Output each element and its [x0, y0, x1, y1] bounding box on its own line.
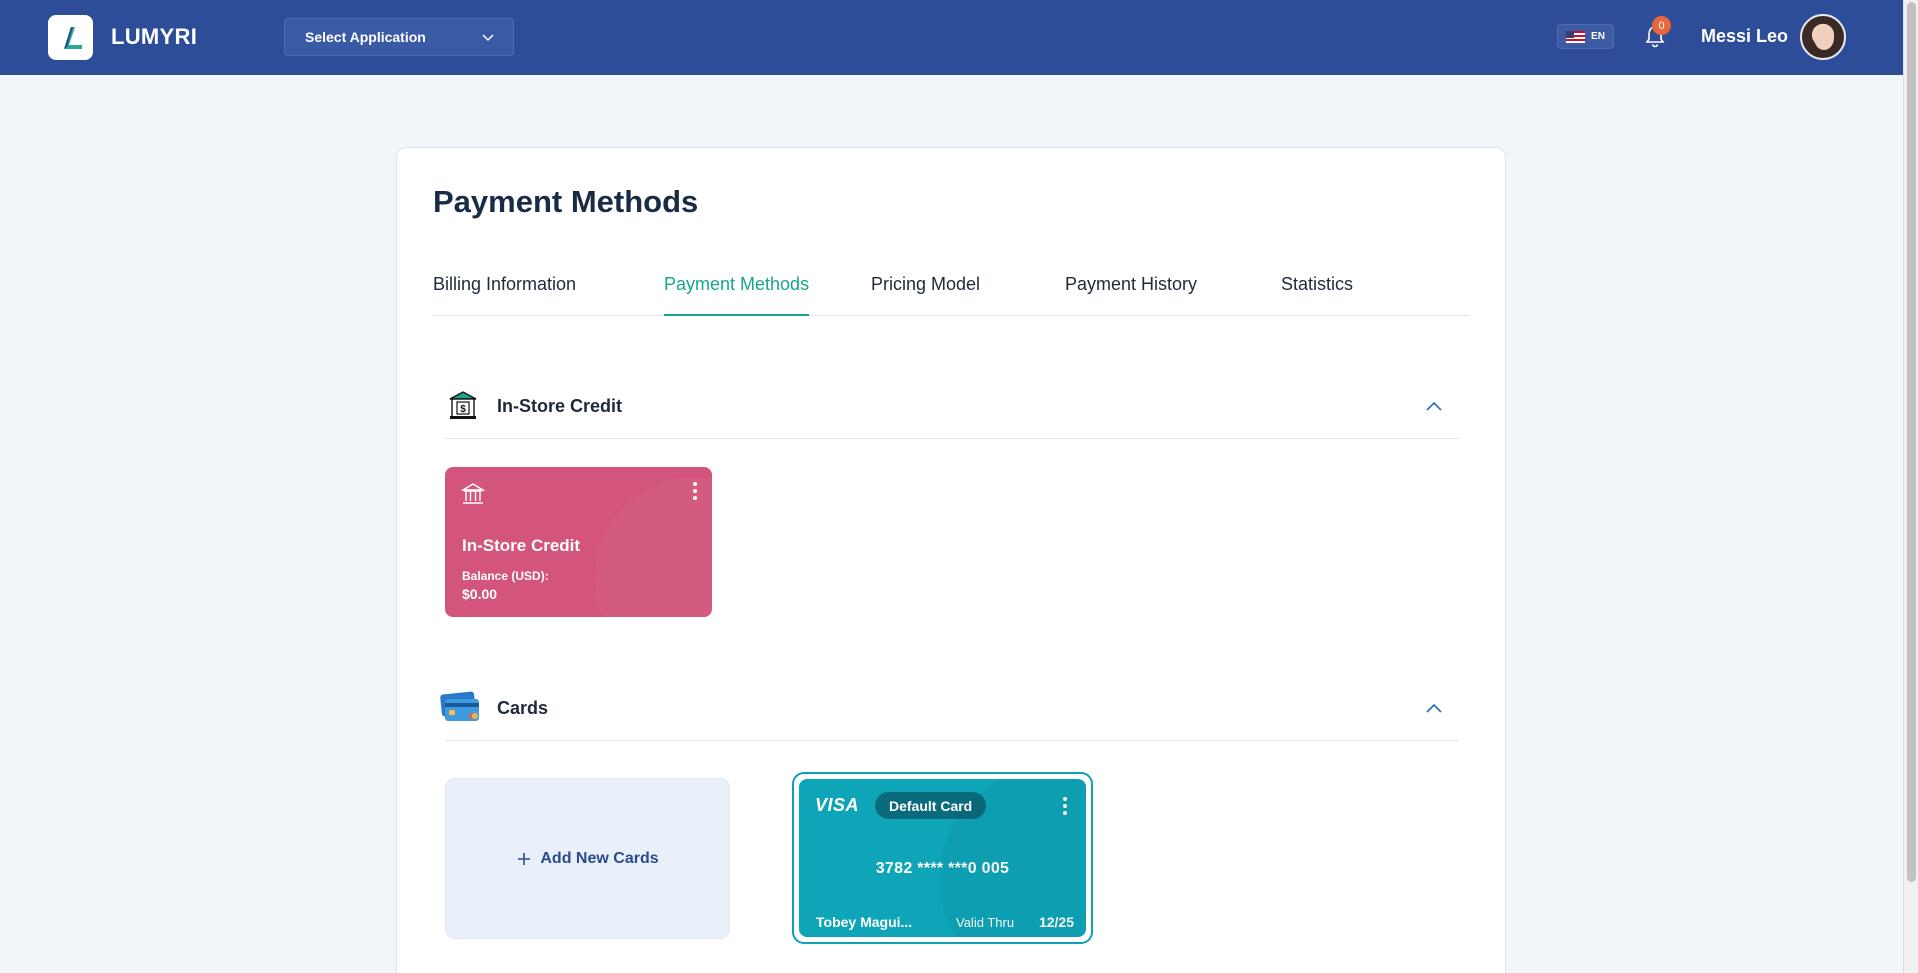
chevron-down-icon — [482, 34, 494, 42]
visa-card-selected[interactable]: VISA Default Card 3782 **** ***0 005 Tob… — [792, 772, 1093, 944]
tabs-bar: Billing Information Payment Methods Pric… — [433, 274, 1469, 316]
default-card-badge: Default Card — [875, 792, 987, 819]
visa-card[interactable]: VISA Default Card 3782 **** ***0 005 Tob… — [799, 779, 1086, 937]
credit-card-title: In-Store Credit — [462, 536, 581, 555]
card-number: 3782 **** ***0 005 — [875, 860, 1010, 877]
valid-thru-value: 12/25 — [1038, 914, 1074, 930]
language-label: EN — [1591, 31, 1605, 42]
balance-label: Balance (USD): — [462, 569, 549, 583]
tab-statistics[interactable]: Statistics — [1281, 274, 1353, 316]
in-store-credit-section-title: In-Store Credit — [497, 396, 623, 416]
tab-pricing-model[interactable]: Pricing Model — [871, 274, 980, 316]
add-new-card-label: Add New Cards — [540, 849, 659, 867]
in-store-credit-section-header[interactable]: $ In-Store Credit — [445, 379, 1459, 439]
visa-logo: VISA — [815, 795, 860, 815]
user-name[interactable]: Messi Leo — [1701, 26, 1788, 47]
top-header: LUMYRI Select Application EN 0 Messi Leo — [0, 0, 1903, 75]
more-options-icon[interactable] — [692, 481, 698, 501]
brand-name: LUMYRI — [111, 24, 198, 49]
tab-billing-information[interactable]: Billing Information — [433, 274, 576, 316]
cards-section-title: Cards — [497, 698, 549, 718]
store-credit-icon: $ — [449, 391, 477, 419]
svg-text:$: $ — [460, 404, 466, 415]
card-holder-name: Tobey Magui... — [816, 914, 913, 930]
select-application-label: Select Application — [305, 29, 426, 45]
chevron-up-icon[interactable] — [1425, 399, 1443, 413]
valid-thru-label: Valid Thru — [956, 915, 1015, 930]
notification-count-badge: 0 — [1652, 16, 1671, 35]
scrollbar-thumb[interactable] — [1907, 2, 1916, 882]
plus-icon — [518, 852, 531, 865]
in-store-credit-card[interactable]: In-Store Credit Balance (USD): $0.00 — [445, 467, 712, 617]
chevron-up-icon[interactable] — [1425, 701, 1443, 715]
payment-methods-panel: Payment Methods Billing Information Paym… — [396, 147, 1506, 973]
cards-section-header[interactable]: Cards — [440, 681, 1459, 741]
more-options-icon[interactable] — [1062, 796, 1068, 816]
balance-value: $0.00 — [462, 586, 498, 602]
language-selector[interactable]: EN — [1557, 24, 1614, 49]
credit-cards-icon — [440, 691, 479, 721]
user-avatar[interactable] — [1800, 14, 1846, 60]
app-logo[interactable] — [48, 15, 93, 60]
tab-payment-methods[interactable]: Payment Methods — [664, 274, 810, 316]
tab-payment-history[interactable]: Payment History — [1065, 274, 1197, 316]
add-new-card-button[interactable]: Add New Cards — [445, 778, 730, 939]
page-title: Payment Methods — [433, 184, 699, 219]
select-application-dropdown[interactable]: Select Application — [284, 18, 514, 56]
us-flag-icon — [1566, 30, 1586, 43]
logo-icon — [63, 26, 82, 49]
vertical-scrollbar[interactable] — [1903, 0, 1918, 973]
bank-icon — [461, 483, 485, 504]
